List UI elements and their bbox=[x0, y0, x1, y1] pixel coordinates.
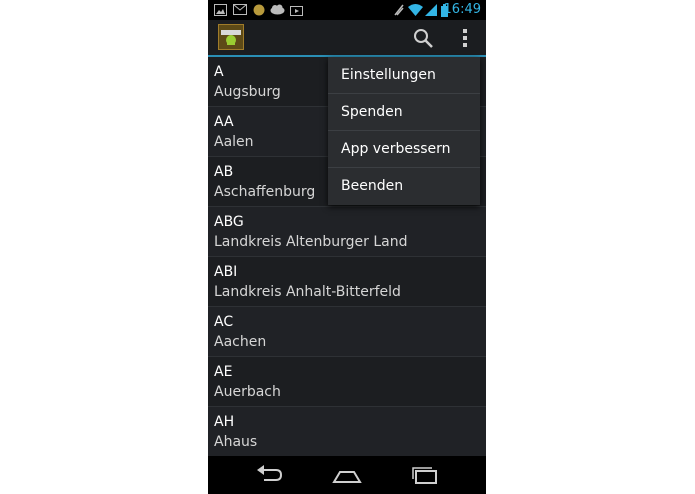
signal-icon bbox=[394, 4, 404, 16]
back-icon[interactable] bbox=[254, 464, 284, 486]
item-code: ABG bbox=[214, 214, 244, 230]
navigation-bar bbox=[208, 456, 486, 494]
menu-item-donate[interactable]: Spenden bbox=[328, 94, 480, 131]
status-bar: 16:49 bbox=[208, 0, 486, 20]
wifi-icon bbox=[408, 4, 423, 16]
overflow-menu-icon[interactable] bbox=[458, 27, 472, 49]
list-item[interactable]: AC Aachen bbox=[208, 307, 486, 357]
gmail-icon bbox=[233, 4, 247, 15]
item-name: Landkreis Anhalt-Bitterfeld bbox=[214, 284, 401, 300]
clock: 16:49 bbox=[443, 2, 481, 17]
item-name: Aachen bbox=[214, 334, 267, 350]
overflow-menu: Einstellungen Spenden App verbessern Bee… bbox=[328, 57, 480, 205]
item-name: Auerbach bbox=[214, 384, 281, 400]
item-code: ABI bbox=[214, 264, 238, 280]
item-code: AE bbox=[214, 364, 233, 380]
item-code: AA bbox=[214, 114, 234, 130]
cloud-icon bbox=[270, 4, 285, 15]
item-name: Augsburg bbox=[214, 84, 281, 100]
list-item[interactable]: AE Auerbach bbox=[208, 357, 486, 407]
media-icon bbox=[290, 6, 303, 16]
item-name: Aalen bbox=[214, 134, 254, 150]
image-icon bbox=[214, 4, 227, 16]
home-icon[interactable] bbox=[332, 464, 362, 486]
recent-apps-icon[interactable] bbox=[410, 464, 440, 486]
item-name: Landkreis Altenburger Land bbox=[214, 234, 408, 250]
item-code: AB bbox=[214, 164, 234, 180]
list-item[interactable]: AH Ahaus bbox=[208, 407, 486, 457]
search-icon[interactable] bbox=[412, 27, 434, 49]
item-name: Aschaffenburg bbox=[214, 184, 316, 200]
item-name: Ahaus bbox=[214, 434, 258, 450]
list-item[interactable]: ABG Landkreis Altenburger Land bbox=[208, 207, 486, 257]
cell-signal-icon bbox=[425, 4, 437, 16]
action-bar bbox=[208, 20, 486, 57]
item-code: AH bbox=[214, 414, 235, 430]
coin-icon bbox=[253, 4, 265, 16]
list-item[interactable]: ABI Landkreis Anhalt-Bitterfeld bbox=[208, 257, 486, 307]
menu-item-improve-app[interactable]: App verbessern bbox=[328, 131, 480, 168]
item-code: A bbox=[214, 64, 224, 80]
menu-item-settings[interactable]: Einstellungen bbox=[328, 57, 480, 94]
app-logo-icon[interactable] bbox=[218, 24, 244, 50]
item-code: AC bbox=[214, 314, 234, 330]
menu-item-quit[interactable]: Beenden bbox=[328, 168, 480, 205]
